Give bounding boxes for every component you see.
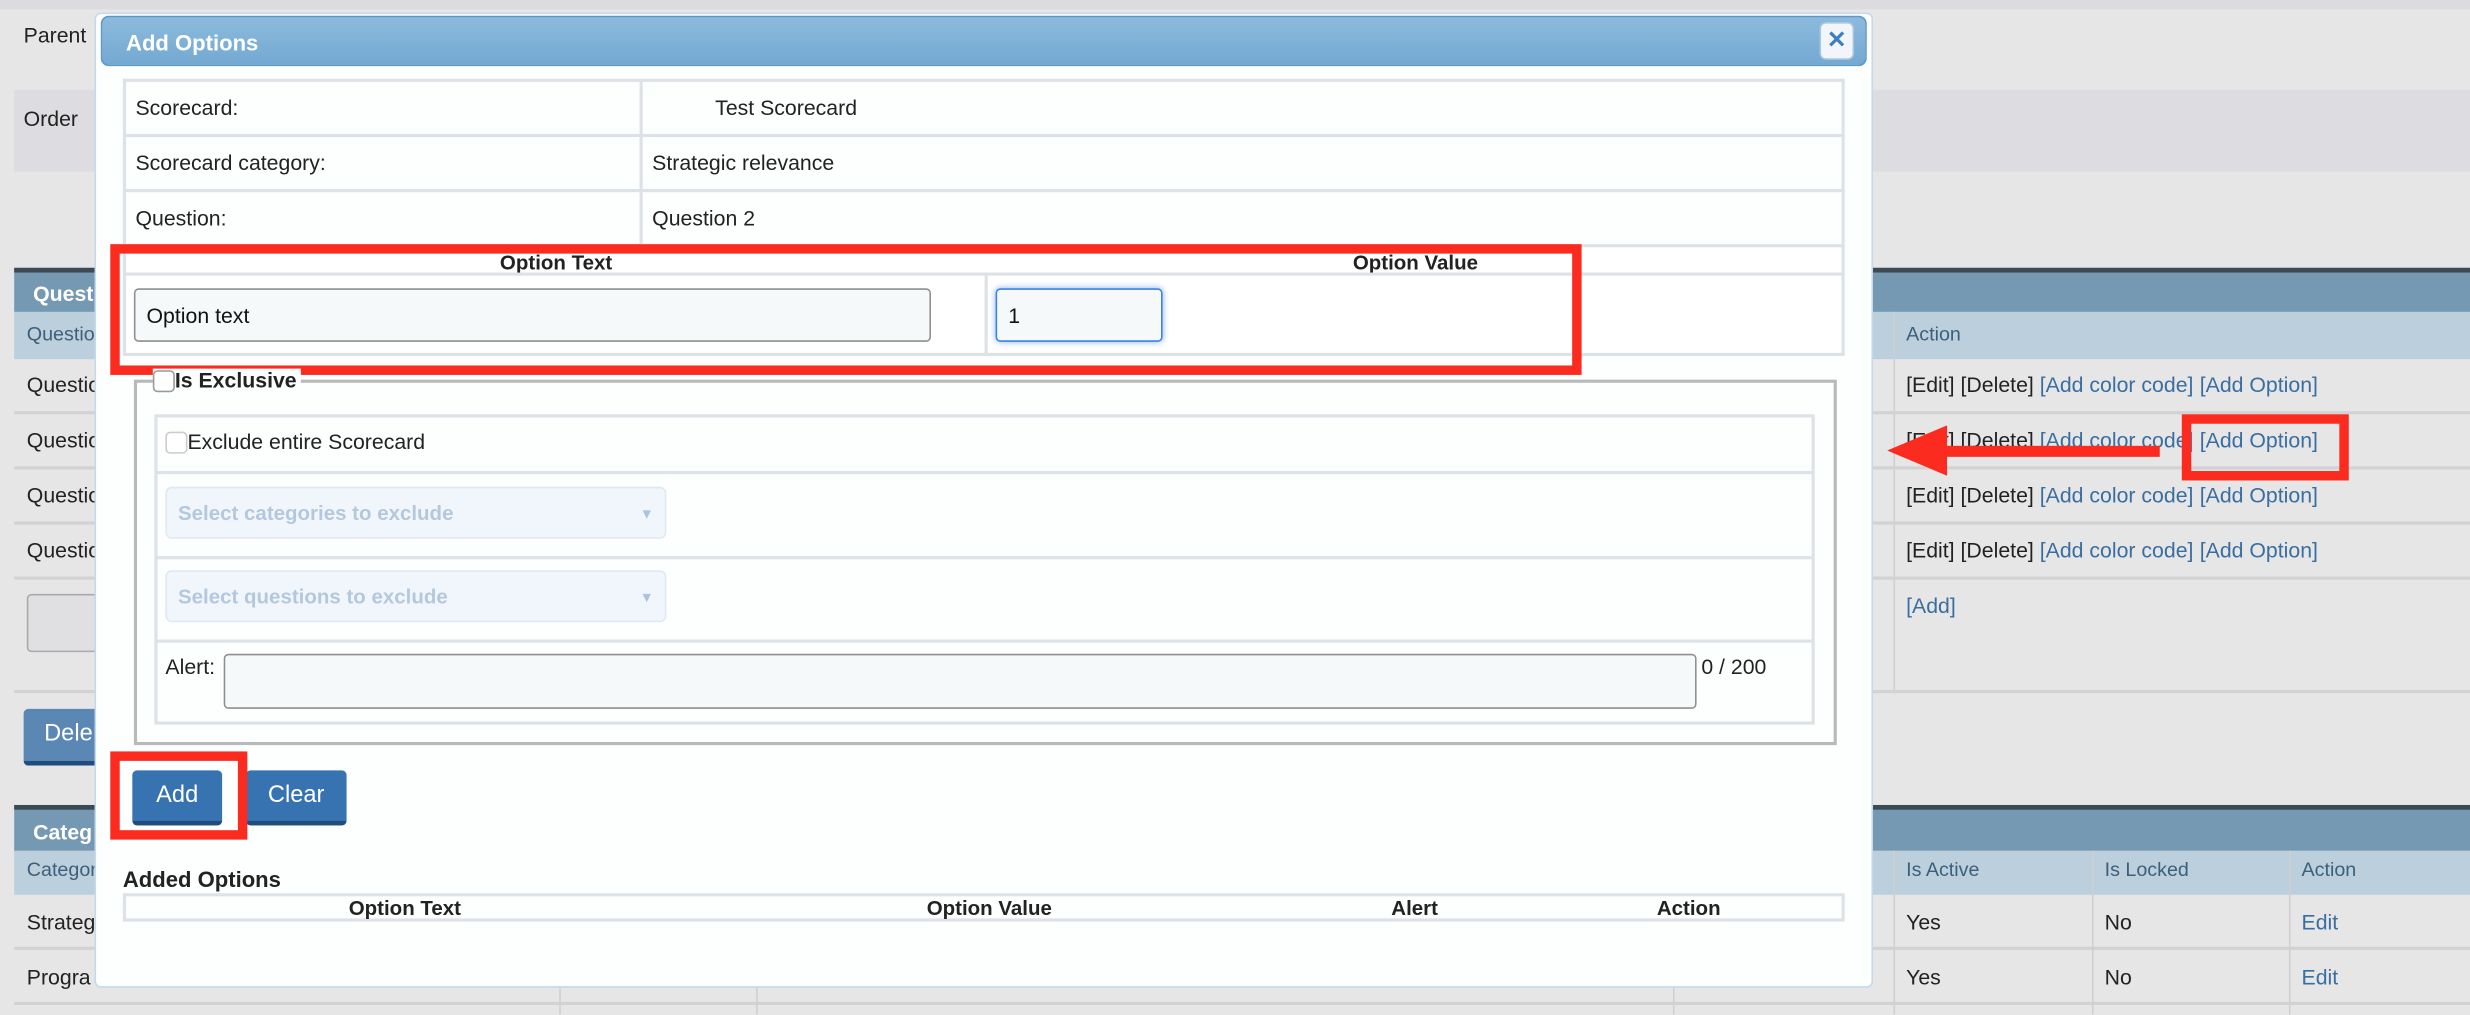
divider: [157, 556, 1812, 560]
top-bar: [0, 0, 2470, 10]
is-active-value: Yes: [1906, 965, 1941, 990]
column-divider: [1893, 850, 1896, 1015]
question-name: Questio: [26, 538, 101, 563]
alert-char-counter: 0 / 200: [1701, 655, 1767, 679]
questions-placeholder: Select questions to exclude: [178, 584, 448, 609]
info-table: Scorecard: Test Scorecard Scorecard catego…: [122, 78, 1845, 248]
dialog-title: Add Options: [126, 29, 259, 56]
add-option-link[interactable]: [Add Option]: [2200, 539, 2318, 563]
category-name: Strateg: [26, 910, 96, 935]
parent-label: Parent: [23, 23, 87, 48]
exclude-scorecard-label: Exclude entire Scorecard: [187, 430, 426, 454]
question-name: Questio: [26, 428, 101, 453]
annotation-arrow-icon: [1887, 425, 2160, 476]
categories-placeholder: Select categories to exclude: [178, 500, 454, 525]
column-divider: [2288, 850, 2291, 1015]
is-exclusive-label: Is Exclusive: [174, 368, 297, 393]
delete-button[interactable]: Dele: [23, 708, 103, 766]
is-exclusive-legend: Is Exclusive: [152, 368, 302, 393]
annotation-highlight-box: [110, 751, 248, 840]
edit-link[interactable]: [Edit]: [1906, 373, 1954, 397]
delete-link[interactable]: [Delete]: [1961, 373, 2034, 397]
info-row: Question: Question 2: [122, 189, 1845, 248]
info-label: Scorecard category:: [122, 133, 643, 193]
col-action: Action: [1906, 322, 1961, 345]
annotation-highlight-box: [110, 244, 1582, 375]
row-actions: [Edit] [Delete] [Add color code][Add Opt…: [1906, 373, 2318, 397]
added-options-table-header: Option Text Option Value Alert Action: [122, 893, 1845, 922]
question-name: Questio: [26, 373, 101, 397]
delete-link[interactable]: [Delete]: [1961, 539, 2034, 563]
annotation-highlight-box: [2181, 414, 2349, 481]
dialog-titlebar[interactable]: Add Options: [100, 15, 1867, 67]
add-color-code-link[interactable]: [Add color code]: [2040, 373, 2194, 397]
alert-textarea[interactable]: [223, 653, 1697, 709]
dropdown-arrow-icon: ▼: [639, 589, 654, 605]
col-is-active[interactable]: Is Active: [1906, 859, 1979, 881]
alert-label: Alert:: [165, 655, 216, 679]
add-option-link[interactable]: [Add Option]: [2200, 373, 2318, 397]
delete-link[interactable]: [Delete]: [1961, 484, 2034, 508]
info-row: Scorecard: Test Scorecard: [122, 78, 1845, 138]
questions-exclude-select[interactable]: Select questions to exclude ▼: [165, 570, 667, 623]
add-question-link[interactable]: [Add]: [1906, 594, 1956, 618]
info-value: Strategic relevance: [639, 133, 1845, 193]
added-options-title: Added Options: [122, 866, 281, 892]
col-is-locked[interactable]: Is Locked: [2105, 859, 2189, 881]
edit-link[interactable]: Edit: [2302, 966, 2339, 990]
question-input[interactable]: [26, 593, 98, 653]
is-locked-value: No: [2104, 965, 2132, 990]
info-label: Question:: [122, 189, 643, 248]
info-label: Scorecard:: [122, 78, 643, 138]
edit-link[interactable]: [Edit]: [1906, 539, 1954, 563]
is-locked-value: No: [2104, 910, 2132, 935]
col-question[interactable]: Questio: [27, 323, 95, 345]
column-divider: [2091, 850, 2094, 1015]
col-action: Action: [2301, 858, 2357, 881]
edit-link[interactable]: [Edit]: [1906, 484, 1954, 508]
question-name: Questio: [26, 483, 101, 508]
add-color-code-link[interactable]: [Add color code]: [2040, 539, 2194, 563]
divider: [157, 639, 1812, 643]
info-value: Test Scorecard: [639, 78, 1845, 138]
clear-button[interactable]: Clear: [245, 770, 347, 826]
edit-link[interactable]: Edit: [2302, 911, 2339, 935]
is-active-value: Yes: [1906, 910, 1941, 935]
exclude-scorecard-checkbox[interactable]: [165, 432, 188, 455]
add-option-link[interactable]: [Add Option]: [2200, 484, 2318, 508]
dropdown-arrow-icon: ▼: [639, 505, 654, 522]
row-actions: [Edit] [Delete] [Add color code][Add Opt…: [1906, 484, 2318, 508]
exclude-scorecard-option[interactable]: Exclude entire Scorecard: [165, 430, 426, 455]
order-label: Order: [23, 107, 79, 131]
categories-exclude-select[interactable]: Select categories to exclude ▼: [165, 486, 667, 539]
is-exclusive-checkbox[interactable]: [152, 370, 175, 393]
col-category[interactable]: Categor: [27, 859, 97, 881]
category-name: Progra: [26, 965, 91, 990]
info-value: Question 2: [639, 189, 1845, 248]
info-row: Scorecard category: Strategic relevance: [122, 133, 1845, 193]
add-color-code-link[interactable]: [Add color code]: [2040, 484, 2194, 508]
close-icon[interactable]: ✕: [1819, 22, 1855, 60]
divider: [157, 471, 1812, 475]
row-actions: [Edit] [Delete] [Add color code][Add Opt…: [1906, 539, 2318, 563]
